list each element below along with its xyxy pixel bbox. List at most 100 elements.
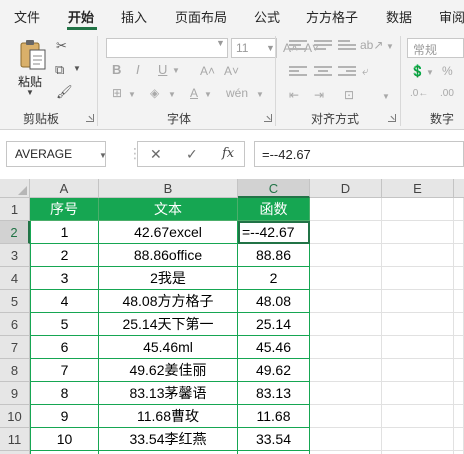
- increase-indent-icon[interactable]: ⇥: [314, 88, 324, 102]
- copy-icon[interactable]: ⧉: [55, 62, 64, 78]
- column-header-b[interactable]: B: [99, 179, 238, 198]
- empty-cell[interactable]: [454, 382, 464, 405]
- empty-cell[interactable]: [310, 405, 382, 428]
- table-cell[interactable]: 2: [238, 267, 310, 290]
- font-color-dropdown-icon[interactable]: ▼: [204, 90, 212, 99]
- header-cell[interactable]: 序号: [30, 198, 99, 221]
- shrink-font-size-icon[interactable]: A˅: [224, 64, 239, 78]
- empty-cell[interactable]: [382, 359, 454, 382]
- active-cell[interactable]: =--42.67: [238, 221, 310, 244]
- row-header[interactable]: 5: [0, 290, 30, 313]
- table-cell[interactable]: 11.68: [238, 405, 310, 428]
- row-header[interactable]: 8: [0, 359, 30, 382]
- row-header[interactable]: 3: [0, 244, 30, 267]
- empty-cell[interactable]: [382, 267, 454, 290]
- font-name-combo[interactable]: [106, 38, 228, 58]
- format-painter-icon[interactable]: 🖌: [56, 84, 73, 100]
- empty-cell[interactable]: [310, 221, 382, 244]
- column-header-f[interactable]: [454, 179, 464, 198]
- font-size-dropdown-icon[interactable]: ▼: [266, 43, 275, 53]
- column-header-c[interactable]: C: [238, 179, 310, 198]
- row-header[interactable]: 2: [0, 221, 30, 244]
- table-cell[interactable]: 33.54: [238, 428, 310, 451]
- row-header[interactable]: 11: [0, 428, 30, 451]
- tab-formulas[interactable]: 公式: [254, 7, 280, 26]
- empty-cell[interactable]: [382, 313, 454, 336]
- currency-format-icon[interactable]: 💲: [410, 64, 425, 78]
- empty-cell[interactable]: [310, 382, 382, 405]
- align-center-icon[interactable]: [314, 66, 332, 80]
- table-cell[interactable]: 45.46ml: [99, 336, 238, 359]
- tab-page-layout[interactable]: 页面布局: [175, 7, 227, 26]
- header-cell[interactable]: 文本: [99, 198, 238, 221]
- fill-color-icon[interactable]: ◈: [150, 86, 159, 100]
- merge-dropdown-icon[interactable]: ▼: [382, 92, 390, 101]
- row-header[interactable]: 1: [0, 198, 30, 221]
- tab-review[interactable]: 审阅: [439, 7, 464, 26]
- bottom-align-icon[interactable]: [338, 40, 356, 54]
- paste-dropdown-icon[interactable]: ▼: [26, 88, 34, 97]
- empty-cell[interactable]: [454, 428, 464, 451]
- name-box-dropdown-icon[interactable]: ▼: [99, 151, 107, 160]
- tab-data[interactable]: 数据: [386, 7, 412, 26]
- table-cell[interactable]: 10: [30, 428, 99, 451]
- row-header[interactable]: 10: [0, 405, 30, 428]
- table-cell[interactable]: 5: [30, 313, 99, 336]
- table-cell[interactable]: 7: [30, 359, 99, 382]
- underline-button[interactable]: U: [158, 62, 167, 77]
- row-header[interactable]: 4: [0, 267, 30, 290]
- empty-cell[interactable]: [454, 336, 464, 359]
- empty-cell[interactable]: [382, 428, 454, 451]
- table-cell[interactable]: 49.62: [238, 359, 310, 382]
- copy-dropdown-icon[interactable]: ▼: [73, 64, 81, 73]
- table-cell[interactable]: 4: [30, 290, 99, 313]
- name-box[interactable]: AVERAGE ▼: [6, 141, 107, 167]
- formula-input[interactable]: =--42.67: [254, 141, 464, 167]
- font-launcher-icon[interactable]: [264, 114, 272, 122]
- empty-cell[interactable]: [382, 336, 454, 359]
- currency-dropdown-icon[interactable]: ▼: [426, 68, 434, 77]
- empty-cell[interactable]: [310, 336, 382, 359]
- empty-cell[interactable]: [310, 244, 382, 267]
- table-cell[interactable]: 88.86office: [99, 244, 238, 267]
- underline-dropdown-icon[interactable]: ▼: [172, 66, 180, 75]
- table-cell[interactable]: 25.14: [238, 313, 310, 336]
- insert-function-icon[interactable]: fx: [222, 146, 234, 161]
- table-cell[interactable]: 3: [30, 267, 99, 290]
- table-cell[interactable]: 25.14天下第一: [99, 313, 238, 336]
- tab-insert[interactable]: 插入: [121, 7, 147, 26]
- table-cell[interactable]: 48.08: [238, 290, 310, 313]
- phonetic-guide-icon[interactable]: wén: [226, 86, 248, 100]
- row-header[interactable]: 9: [0, 382, 30, 405]
- cancel-icon[interactable]: ✕: [150, 146, 162, 163]
- phonetic-dropdown-icon[interactable]: ▼: [256, 90, 264, 99]
- empty-cell[interactable]: [454, 405, 464, 428]
- column-header-e[interactable]: E: [382, 179, 454, 198]
- middle-align-icon[interactable]: [314, 40, 332, 54]
- italic-button[interactable]: I: [136, 62, 140, 77]
- enter-icon[interactable]: ✓: [186, 146, 198, 163]
- column-header-a[interactable]: A: [30, 179, 99, 198]
- table-cell[interactable]: 9: [30, 405, 99, 428]
- tab-home[interactable]: 开始: [68, 7, 94, 26]
- tab-file[interactable]: 文件: [14, 7, 40, 26]
- number-format-combo[interactable]: 常规: [407, 38, 464, 58]
- header-cell[interactable]: 函数: [238, 198, 310, 221]
- select-all-button[interactable]: [0, 179, 30, 198]
- empty-cell[interactable]: [310, 290, 382, 313]
- column-header-d[interactable]: D: [310, 179, 382, 198]
- empty-cell[interactable]: [382, 290, 454, 313]
- table-cell[interactable]: 11.68曹玫: [99, 405, 238, 428]
- empty-cell[interactable]: [454, 267, 464, 290]
- align-left-icon[interactable]: [289, 66, 307, 80]
- grow-font-size-icon[interactable]: A˄: [200, 64, 215, 78]
- merge-center-icon[interactable]: ⊡: [344, 88, 354, 102]
- top-align-icon[interactable]: [289, 40, 307, 54]
- empty-cell[interactable]: [382, 405, 454, 428]
- row-header[interactable]: 7: [0, 336, 30, 359]
- percent-format-icon[interactable]: %: [442, 64, 453, 78]
- empty-cell[interactable]: [454, 198, 464, 221]
- table-cell[interactable]: 1: [30, 221, 99, 244]
- table-cell[interactable]: 49.62姜佳丽: [99, 359, 238, 382]
- empty-cell[interactable]: [382, 198, 454, 221]
